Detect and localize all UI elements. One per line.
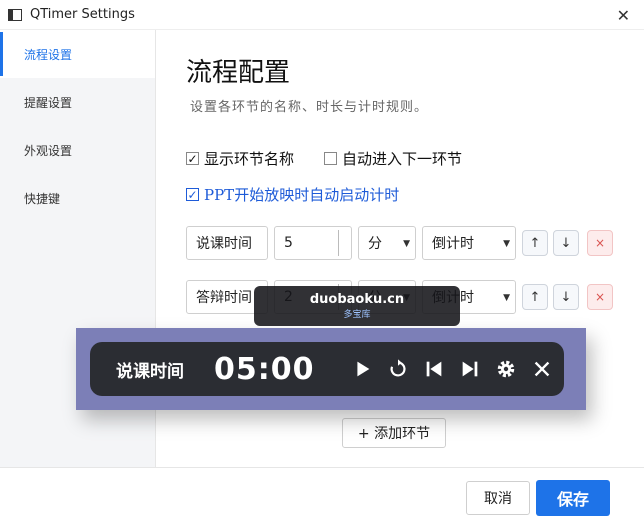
dialog-footer: 取消 保存 (0, 467, 644, 527)
cancel-label: 取消 (484, 491, 512, 507)
arrow-up-icon: ↑ (529, 289, 541, 305)
close-icon: × (594, 236, 606, 250)
unit-value: 分 (368, 236, 382, 252)
timer-bar[interactable]: 说课时间 05:00 (90, 342, 564, 396)
page-title: 流程配置 (186, 58, 291, 88)
page-subtitle: 设置各环节的名称、时长与计时规则。 (190, 100, 429, 115)
checkbox-checked-icon[interactable]: ✓ (186, 152, 199, 165)
title-bar: QTimer Settings ✕ (0, 0, 644, 30)
show-name-label: 显示环节名称 (204, 150, 295, 168)
move-up-button[interactable]: ↑ (522, 284, 548, 310)
close-icon: × (594, 290, 606, 304)
segment-row: 说课时间 5 分 ▼ 倒计时 ▼ ↑ ↓ × (186, 226, 626, 262)
mode-select[interactable]: 倒计时 ▼ (422, 226, 516, 260)
duration-value: 5 (284, 235, 293, 251)
show-name-option[interactable]: ✓ 显示环节名称 (186, 148, 294, 169)
arrow-down-icon: ↓ (560, 289, 572, 305)
sidebar-item-label: 快捷键 (24, 191, 61, 206)
sidebar-item-appearance[interactable]: 外观设置 (0, 126, 155, 174)
segment-name-value: 答辩时间 (196, 290, 252, 306)
close-icon[interactable]: ✕ (617, 6, 630, 25)
add-segment-label: + 添加环节 (357, 426, 431, 442)
move-down-button[interactable]: ↓ (553, 284, 579, 310)
auto-next-label: 自动进入下一环节 (342, 150, 463, 168)
window-title: QTimer Settings (30, 7, 135, 22)
cancel-button[interactable]: 取消 (466, 481, 530, 515)
sidebar-item-shortcuts[interactable]: 快捷键 (0, 174, 155, 222)
close-icon[interactable] (527, 354, 557, 384)
watermark: duobaoku.cn 多宝库 (254, 286, 460, 326)
delete-row-button[interactable]: × (587, 230, 613, 256)
add-segment-button[interactable]: + 添加环节 (342, 418, 446, 448)
watermark-sub: 多宝库 (343, 310, 371, 320)
sidebar-item-label: 外观设置 (24, 143, 73, 158)
segment-name-value: 说课时间 (196, 236, 252, 252)
checkbox-checked-icon[interactable]: ✓ (186, 188, 199, 201)
delete-row-button[interactable]: × (587, 284, 613, 310)
sidebar-item-reminder[interactable]: 提醒设置 (0, 78, 155, 126)
checkbox-unchecked-icon[interactable]: ✓ (324, 152, 337, 165)
segment-name-input[interactable]: 说课时间 (186, 226, 268, 260)
duration-spinbox[interactable]: 5 (274, 226, 352, 260)
ppt-auto-label: PPT开始放映时自动启动计时 (204, 186, 400, 204)
mode-value: 倒计时 (432, 236, 474, 252)
move-down-button[interactable]: ↓ (553, 230, 579, 256)
play-icon[interactable] (347, 354, 377, 384)
timer-segment-name: 说课时间 (116, 361, 184, 382)
ppt-auto-option[interactable]: ✓ PPT开始放映时自动启动计时 (186, 184, 399, 205)
app-icon (8, 8, 22, 21)
save-label: 保存 (556, 490, 589, 509)
previous-icon[interactable] (419, 354, 449, 384)
chevron-down-icon: ▼ (503, 293, 510, 303)
auto-next-option[interactable]: ✓ 自动进入下一环节 (324, 148, 462, 169)
gear-icon[interactable] (491, 354, 521, 384)
unit-select[interactable]: 分 ▼ (358, 226, 416, 260)
reset-icon[interactable] (383, 354, 413, 384)
chevron-down-icon: ▼ (403, 239, 410, 249)
move-up-button[interactable]: ↑ (522, 230, 548, 256)
save-button[interactable]: 保存 (536, 480, 610, 516)
sidebar-item-label: 流程设置 (24, 47, 73, 62)
next-icon[interactable] (455, 354, 485, 384)
sidebar-item-flow[interactable]: 流程设置 (0, 30, 155, 78)
arrow-up-icon: ↑ (529, 235, 541, 251)
arrow-down-icon: ↓ (560, 235, 572, 251)
sidebar-item-label: 提醒设置 (24, 95, 73, 110)
chevron-down-icon: ▼ (503, 239, 510, 249)
watermark-main: duobaoku.cn (309, 292, 405, 307)
timer-clock: 05:00 (214, 351, 315, 387)
timer-preview-frame: 说课时间 05:00 (76, 328, 586, 410)
